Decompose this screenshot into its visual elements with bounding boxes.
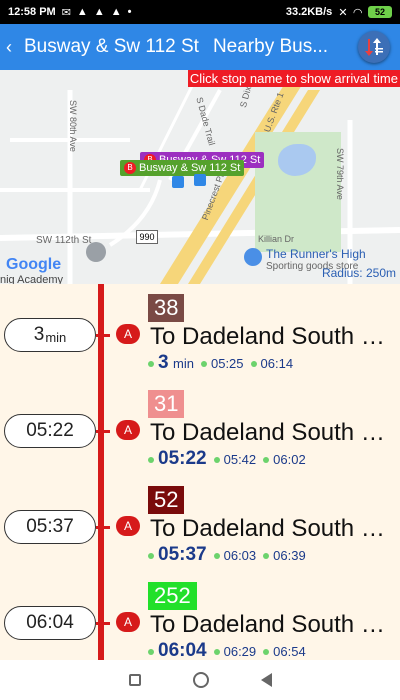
upcoming-times: 06:04 06:29 06:54	[148, 640, 306, 660]
destination: To Dadeland South Metrorail Station	[150, 611, 398, 638]
dot-icon	[213, 648, 220, 655]
next-time: 05:37	[158, 544, 207, 565]
map-label-killian: Killian Dr	[258, 234, 295, 244]
dot-icon	[148, 456, 154, 463]
more-dots-icon: •	[127, 6, 132, 18]
stop-tag-busway-green[interactable]: B Busway & Sw 112 St	[120, 160, 245, 176]
next-time: 05:22	[158, 448, 207, 469]
arrival-row[interactable]: 05:22 A 31 To Dadeland South Metrorail S…	[0, 384, 400, 480]
stop-letter: B	[124, 162, 136, 174]
dot-icon	[148, 648, 154, 655]
warning-icon: ▲	[110, 6, 122, 18]
stop-badge: A	[116, 324, 140, 344]
eta-pill: 06:04	[4, 606, 96, 640]
arrival-row[interactable]: 06:04 A 252 To Dadeland South Metrorail …	[0, 576, 400, 660]
map-label-sw112: SW 112th St	[36, 235, 92, 246]
route-number: 38	[148, 294, 185, 322]
stop-badge: A	[116, 516, 140, 536]
app-screen: 12:58 PM ✉ ▲ ▲ ▲ • 33.2KB/s ✕ ◠ 52 ‹ Bus…	[0, 0, 400, 700]
warning-icon: ▲	[76, 6, 88, 18]
dot-icon	[263, 648, 270, 655]
nearby-bus-tab[interactable]: Nearby Bus...	[213, 36, 337, 58]
battery-icon: 52	[368, 6, 392, 18]
dot-icon	[148, 552, 154, 559]
dot-icon	[200, 360, 207, 367]
later-time: 06:29	[223, 644, 257, 659]
timeline-tick	[96, 622, 110, 625]
next-time: 3	[158, 352, 169, 373]
later-time: 05:25	[210, 356, 244, 371]
google-logo: Google	[6, 256, 62, 273]
map-label-academy: nig Academy	[0, 274, 63, 284]
mail-icon: ✉	[61, 6, 71, 19]
route-shield: 990	[136, 230, 158, 244]
eta-pill: 05:37	[4, 510, 96, 544]
dot-icon	[250, 360, 257, 367]
radius-label: Radius: 250m	[321, 266, 396, 280]
dot-icon	[263, 456, 270, 463]
hint-banner: Click stop name to show arrival time	[187, 70, 400, 87]
destination: To Dadeland South Metrorail Station	[150, 323, 398, 350]
eta-pill: 3 min	[4, 318, 96, 352]
route-number: 52	[148, 486, 185, 514]
timeline-tick	[96, 334, 110, 337]
sort-button[interactable]	[358, 31, 390, 63]
stop-badge: A	[116, 420, 140, 440]
eta-unit: min	[45, 330, 67, 345]
eta-value: 3	[33, 324, 45, 345]
later-time: 06:02	[273, 452, 306, 467]
app-bar: ‹ Busway & Sw 112 St Nearby Bus...	[0, 24, 400, 70]
later-time: 06:03	[223, 548, 257, 563]
next-unit: min	[173, 356, 194, 371]
arrival-row[interactable]: 3min A 38 To Dadeland South Metrorail St…	[0, 288, 400, 384]
eta-pill: 05:22	[4, 414, 96, 448]
destination: To Dadeland South Metrorail Station	[150, 515, 398, 542]
route-number: 31	[148, 390, 185, 418]
dot-icon	[213, 552, 220, 559]
back-nav-icon[interactable]	[260, 673, 272, 687]
later-time: 06:54	[273, 644, 306, 659]
status-bar: 12:58 PM ✉ ▲ ▲ ▲ • 33.2KB/s ✕ ◠ 52	[0, 0, 400, 24]
arrival-list[interactable]: 3min A 38 To Dadeland South Metrorail St…	[0, 284, 400, 660]
bus-stop-marker-icon[interactable]	[172, 176, 184, 188]
shop-pin-icon	[244, 248, 262, 266]
upcoming-times: 05:37 06:03 06:39	[148, 544, 306, 566]
timeline-tick	[96, 526, 110, 529]
later-time: 06:39	[273, 548, 306, 563]
poi-name: The Runner's High	[266, 247, 366, 261]
upcoming-times: 05:22 05:42 06:02	[148, 448, 306, 470]
wifi-icon: ◠	[353, 6, 362, 19]
eta-value: 06:04	[26, 612, 74, 633]
back-icon[interactable]: ‹	[6, 37, 22, 58]
home-icon[interactable]	[192, 672, 209, 688]
sort-arrows-icon	[365, 38, 383, 56]
page-title[interactable]: Busway & Sw 112 St	[24, 36, 199, 58]
map-label-sw80: SW 80th Ave	[68, 100, 78, 152]
later-time: 05:42	[223, 452, 257, 467]
recent-apps-icon[interactable]	[128, 674, 141, 686]
upcoming-times: 3 min 05:25 06:14	[148, 352, 293, 374]
next-time: 06:04	[158, 640, 207, 660]
network-speed: 33.2KB/s	[285, 6, 333, 18]
route-number: 252	[148, 582, 197, 610]
system-nav-bar	[0, 660, 400, 700]
map-view[interactable]: SW 80th Ave S Dade Trail S Dixie Hwy U.S…	[0, 70, 400, 284]
stop-badge: A	[116, 612, 140, 632]
bus-stop-marker-icon[interactable]	[194, 174, 206, 186]
dot-icon	[213, 456, 220, 463]
mute-icon: ✕	[338, 6, 348, 19]
timeline-tick	[96, 430, 110, 433]
arrival-row[interactable]: 05:37 A 52 To Dadeland South Metrorail S…	[0, 480, 400, 576]
later-time: 06:14	[260, 356, 294, 371]
status-time: 12:58 PM	[8, 6, 56, 18]
destination: To Dadeland South Metrorail Station	[150, 419, 398, 446]
eta-value: 05:22	[26, 420, 74, 441]
eta-value: 05:37	[26, 516, 74, 537]
stop-name: Busway & Sw 112 St	[139, 162, 241, 174]
school-pin-icon	[86, 242, 106, 262]
map-label-sw79: SW 79th Ave	[335, 148, 345, 200]
dot-icon	[148, 360, 154, 367]
dot-icon	[263, 552, 270, 559]
warning-icon: ▲	[93, 6, 105, 18]
